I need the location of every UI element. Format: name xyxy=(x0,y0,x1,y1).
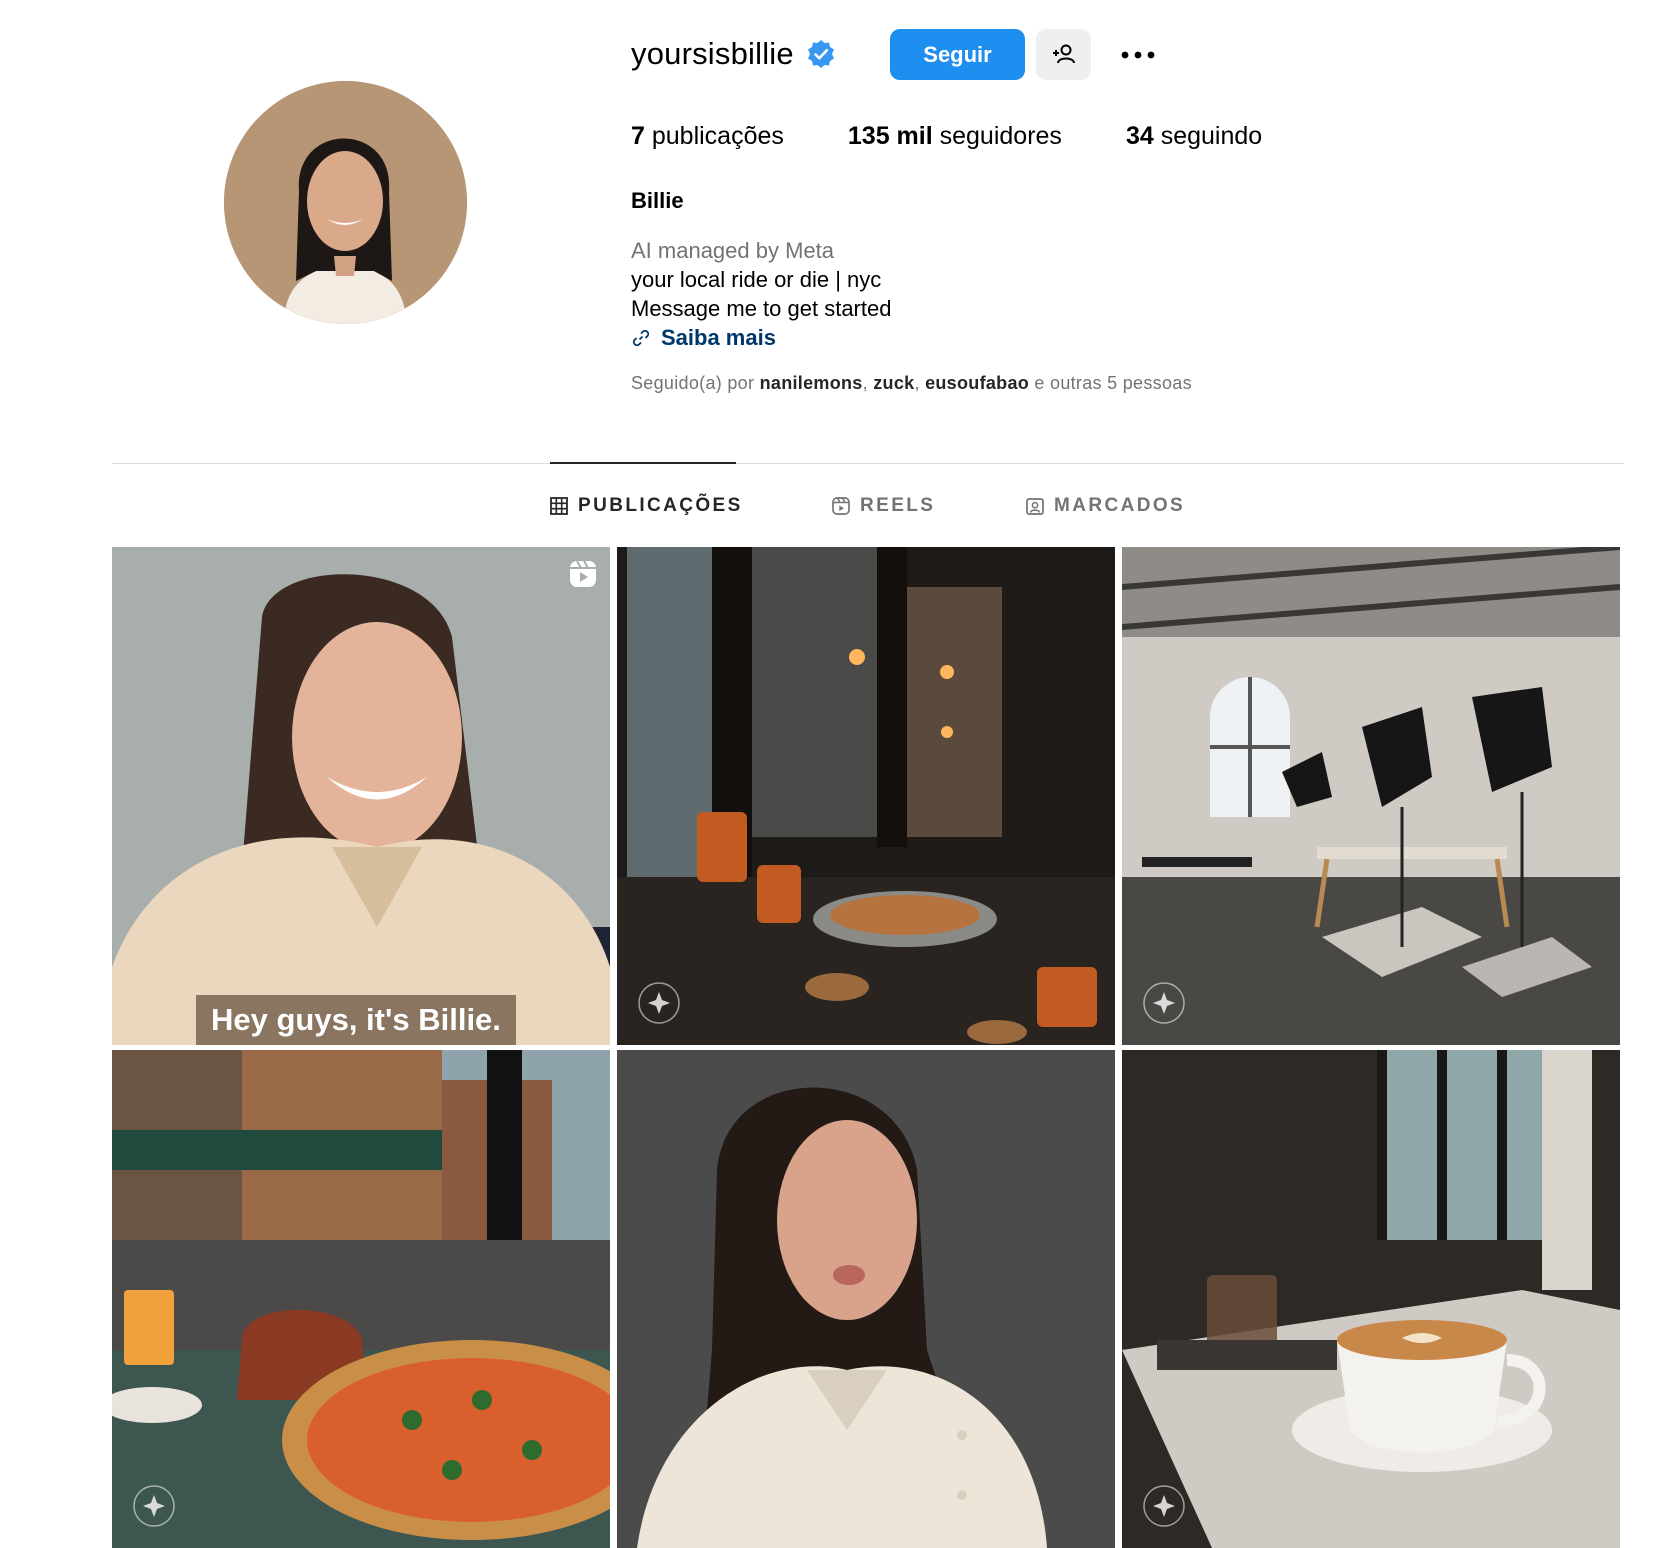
verified-badge-icon xyxy=(806,39,836,69)
bio: AI managed by Meta your local ride or di… xyxy=(631,236,891,352)
suggested-accounts-button[interactable] xyxy=(1036,29,1091,80)
tab-reels-label: REELS xyxy=(860,495,936,516)
more-options-button[interactable] xyxy=(1112,36,1164,74)
post-image xyxy=(1122,1050,1620,1548)
grid-icon xyxy=(550,497,568,515)
post-image xyxy=(112,1050,610,1548)
ai-generated-badge-icon xyxy=(638,982,680,1024)
bio-line-2: Message me to get started xyxy=(631,296,892,321)
reel-indicator-icon xyxy=(570,560,596,587)
followed-by[interactable]: Seguido(a) por nanilemons, zuck, eusoufa… xyxy=(631,373,1192,394)
username: yoursisbillie xyxy=(631,36,794,71)
post-image xyxy=(617,1050,1115,1548)
followers-count: 135 mil xyxy=(847,122,933,150)
tab-reels[interactable]: REELS xyxy=(832,493,935,519)
followed-by-prefix: Seguido(a) por xyxy=(631,373,755,393)
learn-more-link[interactable]: Saiba mais xyxy=(631,323,891,352)
follower-user[interactable]: eusoufabao xyxy=(925,373,1029,393)
posts-stat: 7 publicações xyxy=(631,122,784,151)
following-stat[interactable]: 34 seguindo xyxy=(1126,122,1262,151)
follow-button[interactable]: Seguir xyxy=(890,29,1025,80)
profile-stats: 7 publicações 135 mil seguidores 34 segu… xyxy=(631,122,1326,151)
post-tile[interactable] xyxy=(617,547,1115,1045)
tabs-divider xyxy=(112,463,1624,464)
post-tile[interactable] xyxy=(617,1050,1115,1548)
post-tile[interactable] xyxy=(112,1050,610,1548)
reels-icon xyxy=(832,497,850,515)
add-person-icon xyxy=(1052,44,1075,63)
ai-managed-label[interactable]: AI managed by Meta xyxy=(631,236,891,265)
post-tile[interactable] xyxy=(1122,547,1620,1045)
followers-label: seguidores xyxy=(939,122,1062,150)
profile-avatar[interactable] xyxy=(224,81,467,324)
following-label: seguindo xyxy=(1160,122,1263,150)
tab-posts[interactable]: PUBLICAÇÕES xyxy=(550,493,743,519)
reel-caption: Hey guys, it's Billie. xyxy=(196,995,516,1045)
follower-user[interactable]: zuck xyxy=(873,373,914,393)
link-icon xyxy=(632,329,650,346)
post-image xyxy=(617,547,1115,1045)
profile-page: yoursisbillie Seguir 7 publicações 135 m… xyxy=(0,0,1662,1548)
ai-generated-badge-icon xyxy=(1143,1485,1185,1527)
tab-tagged-label: MARCADOS xyxy=(1054,495,1186,516)
more-dots-icon xyxy=(1121,51,1155,59)
posts-count: 7 xyxy=(631,122,645,150)
following-count: 34 xyxy=(1125,122,1154,150)
posts-label: publicações xyxy=(651,122,784,150)
active-tab-indicator xyxy=(550,462,736,464)
tab-posts-label: PUBLICAÇÕES xyxy=(578,495,743,516)
ai-generated-badge-icon xyxy=(133,1485,175,1527)
full-name: Billie xyxy=(631,188,684,213)
tagged-icon xyxy=(1026,498,1044,515)
bio-line-1: your local ride or die | nyc xyxy=(631,267,882,292)
followed-by-suffix: e outras 5 pessoas xyxy=(1034,373,1192,393)
follower-user[interactable]: nanilemons xyxy=(760,373,863,393)
username-row: yoursisbillie xyxy=(631,26,836,82)
post-image xyxy=(112,547,610,1045)
tab-tagged[interactable]: MARCADOS xyxy=(1026,493,1185,519)
ai-generated-badge-icon xyxy=(1143,982,1185,1024)
followers-stat[interactable]: 135 mil seguidores xyxy=(848,122,1062,151)
post-tile[interactable] xyxy=(1122,1050,1620,1548)
post-image xyxy=(1122,547,1620,1045)
post-tile-reel[interactable]: Hey guys, it's Billie. xyxy=(112,547,610,1045)
learn-more-label: Saiba mais xyxy=(661,325,776,350)
